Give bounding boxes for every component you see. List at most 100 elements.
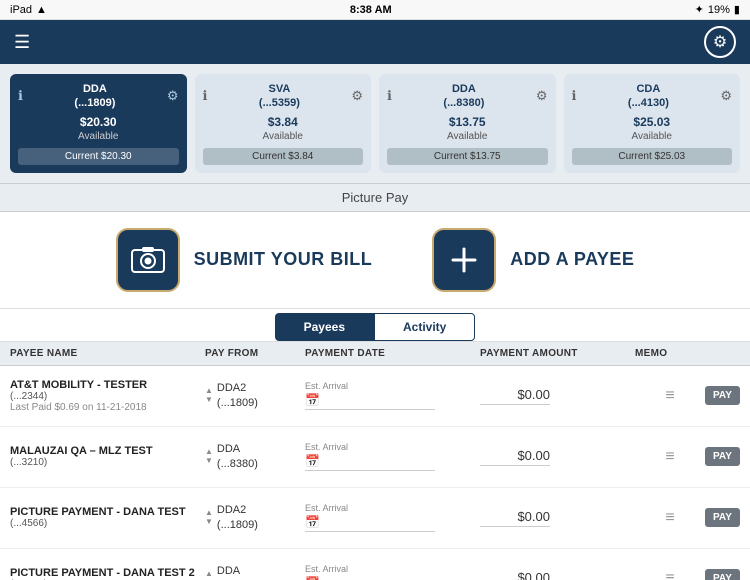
bluetooth-icon: ✦: [695, 3, 704, 16]
pay-from-stepper[interactable]: ▲ ▼: [205, 570, 213, 580]
memo-cell: ≡: [635, 570, 705, 580]
nav-bar: ☰ ⚙: [0, 20, 750, 64]
account-available: Available: [572, 131, 733, 142]
date-input[interactable]: 📅: [305, 393, 435, 410]
memo-icon[interactable]: ≡: [665, 387, 674, 405]
battery-label: 19%: [708, 4, 730, 16]
account-gear-icon[interactable]: ⚙: [720, 88, 732, 104]
wifi-icon: ▲: [36, 4, 47, 16]
memo-cell: ≡: [635, 448, 705, 466]
pay-button[interactable]: PAY: [705, 508, 740, 527]
status-bar: iPad ▲ 8:38 AM ✦ 19% ▮: [0, 0, 750, 20]
account-gear-icon[interactable]: ⚙: [536, 88, 548, 104]
memo-icon[interactable]: ≡: [665, 509, 674, 527]
more-icon[interactable]: ⋮: [744, 387, 750, 404]
account-current-bar: Current $3.84: [203, 148, 364, 165]
pay-from-text: DDA2(...1809): [217, 503, 258, 532]
pay-from-cell: ▲ ▼ DDA2(...1809): [205, 381, 305, 410]
pay-button[interactable]: PAY: [705, 386, 740, 405]
payee-acct: (...4566): [10, 518, 205, 529]
date-input[interactable]: 📅: [305, 515, 435, 532]
payee-name: AT&T MOBILITY - TESTER: [10, 379, 205, 391]
account-card-header: ℹ DDA(...8380) ⚙: [387, 82, 548, 111]
pay-from-stepper[interactable]: ▲ ▼: [205, 448, 213, 465]
pay-from-cell: ▲ ▼ DDA(...8380): [205, 442, 305, 471]
tab-payees[interactable]: Payees: [275, 313, 374, 341]
memo-icon[interactable]: ≡: [665, 448, 674, 466]
payee-row-2: PICTURE PAYMENT - DANA TEST (...4566) ▲ …: [0, 488, 750, 548]
th-actions: [705, 348, 735, 359]
account-card-dda8380[interactable]: ℹ DDA(...8380) ⚙ $13.75 Available Curren…: [379, 74, 556, 173]
est-arrival: Est. Arrival: [305, 381, 480, 391]
calendar-icon: 📅: [305, 515, 320, 529]
add-payee-icon-box: [432, 228, 496, 292]
stepper-up[interactable]: ▲: [205, 570, 213, 578]
table-row: PICTURE PAYMENT - DANA TEST (...4566) ▲ …: [0, 488, 750, 549]
menu-icon[interactable]: ☰: [14, 32, 30, 53]
submit-bill-button[interactable]: SUBMIT YOUR BILL: [116, 228, 373, 292]
table-row: AT&T MOBILITY - TESTER (...2344) Last Pa…: [0, 366, 750, 427]
account-card-dda1809[interactable]: ℹ DDA(...1809) ⚙ $20.30 Available Curren…: [10, 74, 187, 173]
memo-cell: ≡: [635, 509, 705, 527]
calendar-icon: 📅: [305, 393, 320, 407]
payee-name-cell: PICTURE PAYMENT - DANA TEST (...4566): [10, 506, 205, 529]
actions-cell: PAY ⋮: [705, 447, 735, 466]
stepper-up[interactable]: ▲: [205, 509, 213, 517]
pay-button[interactable]: PAY: [705, 447, 740, 466]
th-pay-from: PAY FROM: [205, 348, 305, 359]
pay-button[interactable]: PAY: [705, 569, 740, 580]
pay-from-stepper[interactable]: ▲ ▼: [205, 509, 213, 526]
add-payee-button[interactable]: ADD A PAYEE: [432, 228, 634, 292]
payee-name-cell: MALAUZAI QA – MLZ TEST (...3210): [10, 445, 205, 468]
pay-from-stepper[interactable]: ▲ ▼: [205, 387, 213, 404]
status-time: 8:38 AM: [350, 4, 392, 16]
account-current-bar: Current $13.75: [387, 148, 548, 165]
date-cell: Est. Arrival 📅: [305, 442, 480, 471]
carrier-label: iPad: [10, 4, 32, 16]
status-left: iPad ▲: [10, 4, 47, 16]
more-icon[interactable]: ⋮: [744, 448, 750, 465]
account-gear-icon[interactable]: ⚙: [167, 88, 179, 104]
add-plus-icon: [446, 242, 482, 278]
account-card-sva5359[interactable]: ℹ SVA(...5359) ⚙ $3.84 Available Current…: [195, 74, 372, 173]
memo-icon[interactable]: ≡: [665, 570, 674, 580]
account-card-cda4130[interactable]: ℹ CDA(...4130) ⚙ $25.03 Available Curren…: [564, 74, 741, 173]
calendar-icon: 📅: [305, 576, 320, 580]
account-available: Available: [387, 131, 548, 142]
amount-value[interactable]: $0.00: [480, 387, 550, 405]
amount-value[interactable]: $0.00: [480, 570, 550, 580]
est-arrival: Est. Arrival: [305, 503, 480, 513]
account-card-header: ℹ DDA(...1809) ⚙: [18, 82, 179, 111]
pay-from-text: DDA2(...1809): [217, 381, 258, 410]
amount-cell: $0.00: [480, 448, 635, 466]
stepper-up[interactable]: ▲: [205, 448, 213, 456]
th-payment-date: PAYMENT DATE: [305, 348, 480, 359]
account-current-bar: Current $25.03: [572, 148, 733, 165]
pay-from-cell: ▲ ▼ DDA2(...1809): [205, 503, 305, 532]
account-gear-icon[interactable]: ⚙: [351, 88, 363, 104]
stepper-down[interactable]: ▼: [205, 518, 213, 526]
stepper-down[interactable]: ▼: [205, 396, 213, 404]
calendar-icon: 📅: [305, 454, 320, 468]
date-input[interactable]: 📅: [305, 454, 435, 471]
settings-icon: ⚙: [713, 32, 727, 52]
account-available: Available: [18, 131, 179, 142]
payee-name-cell: AT&T MOBILITY - TESTER (...2344) Last Pa…: [10, 379, 205, 413]
memo-cell: ≡: [635, 387, 705, 405]
tab-activity[interactable]: Activity: [374, 313, 475, 341]
payee-name: MALAUZAI QA – MLZ TEST: [10, 445, 205, 457]
stepper-down[interactable]: ▼: [205, 457, 213, 465]
stepper-up[interactable]: ▲: [205, 387, 213, 395]
th-payment-amount: PAYMENT AMOUNT: [480, 348, 635, 359]
more-icon[interactable]: ⋮: [744, 509, 750, 526]
settings-button[interactable]: ⚙: [704, 26, 736, 58]
more-icon[interactable]: ⋮: [744, 570, 750, 580]
date-input[interactable]: 📅: [305, 576, 435, 580]
date-cell: Est. Arrival 📅: [305, 564, 480, 580]
camera-bill-icon: [130, 242, 166, 278]
amount-value[interactable]: $0.00: [480, 509, 550, 527]
amount-value[interactable]: $0.00: [480, 448, 550, 466]
account-card-header: ℹ CDA(...4130) ⚙: [572, 82, 733, 111]
payee-acct: (...3210): [10, 457, 205, 468]
actions-cell: PAY ⋮: [705, 569, 735, 580]
